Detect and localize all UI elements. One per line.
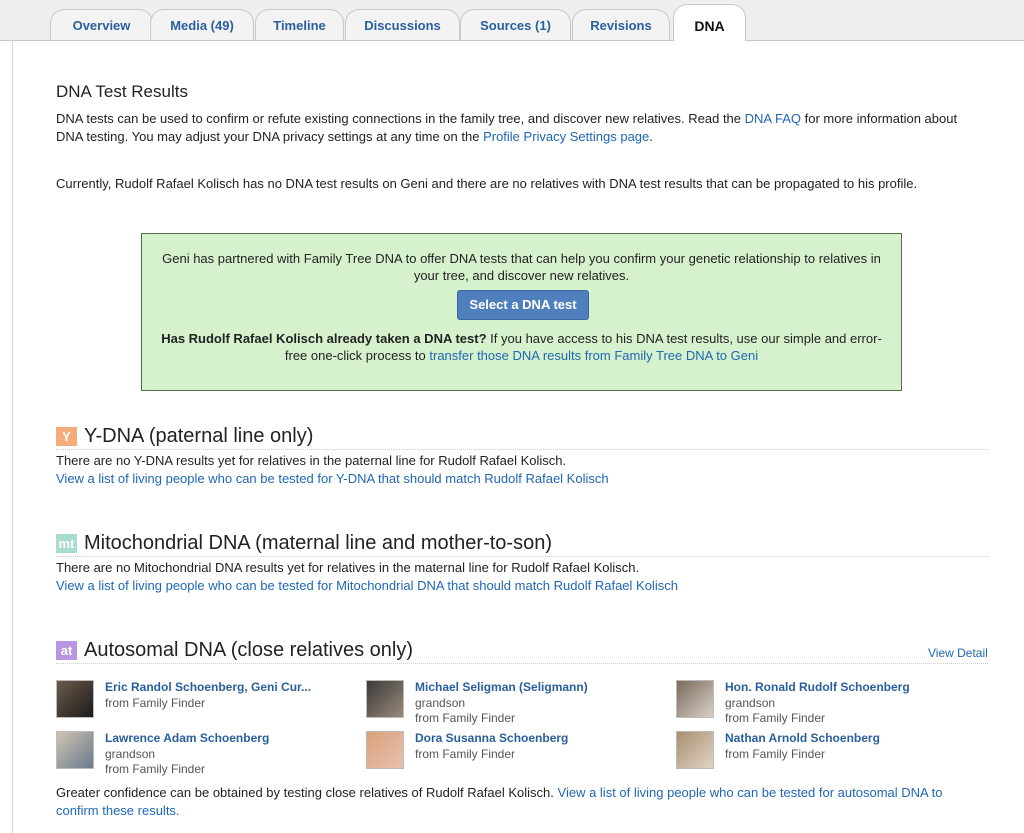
select-dna-test-button[interactable]: Select a DNA test (457, 290, 589, 320)
privacy-settings-link[interactable]: Profile Privacy Settings page (483, 129, 649, 144)
autosomal-icon: at (56, 641, 77, 660)
relative-name-link[interactable]: Dora Susanna Schoenberg (415, 731, 568, 746)
intro-paragraph: DNA tests can be used to confirm or refu… (56, 110, 986, 146)
relative-source: from Family Finder (105, 762, 206, 776)
mtdna-testable-people-link[interactable]: View a list of living people who can be … (56, 577, 678, 595)
dna-faq-link[interactable]: DNA FAQ (745, 111, 801, 126)
mtdna-icon: mt (56, 534, 77, 553)
mtdna-status-text: There are no Mitochondrial DNA results y… (56, 560, 640, 575)
relative-relationship: grandson (415, 696, 466, 710)
relative-source: from Family Finder (415, 711, 516, 725)
ydna-testable-people-link[interactable]: View a list of living people who can be … (56, 470, 609, 488)
autosomal-footer-plain: Greater confidence can be obtained by te… (56, 785, 558, 800)
promo-question: Has Rudolf Rafael Kolisch already taken … (158, 330, 885, 364)
dna-promo-box: Geni has partnered with Family Tree DNA … (141, 233, 902, 391)
relative-name-link[interactable]: Nathan Arnold Schoenberg (725, 731, 880, 746)
relative-card: Dora Susanna Schoenberg from Family Find… (366, 731, 666, 773)
tab-sources[interactable]: Sources (1) (460, 9, 571, 40)
mtdna-section-title: Mitochondrial DNA (maternal line and mot… (84, 532, 552, 554)
promo-text: Geni has partnered with Family Tree DNA … (162, 251, 881, 283)
relative-card: Nathan Arnold Schoenberg from Family Fin… (676, 731, 976, 773)
tab-discussions[interactable]: Discussions (345, 9, 460, 40)
autosomal-footer-text: Greater confidence can be obtained by te… (56, 784, 986, 820)
relative-name-link[interactable]: Eric Randol Schoenberg, Geni Cur... (105, 680, 311, 695)
view-detail-link[interactable]: View Detail (928, 646, 988, 660)
ydna-icon: Y (56, 427, 77, 446)
avatar[interactable] (56, 680, 94, 718)
avatar[interactable] (366, 680, 404, 718)
promo-question-bold: Has Rudolf Rafael Kolisch already taken … (161, 331, 487, 346)
relative-source: from Family Finder (415, 747, 516, 761)
avatar[interactable] (676, 731, 714, 769)
tab-dna[interactable]: DNA (673, 4, 746, 41)
tab-revisions[interactable]: Revisions (572, 9, 670, 40)
relative-card: Michael Seligman (Seligmann) grandson fr… (366, 680, 666, 725)
avatar[interactable] (676, 680, 714, 718)
autosomal-section-title: Autosomal DNA (close relatives only) (84, 639, 414, 661)
ydna-section-header: Y Y-DNA (paternal line only) (56, 423, 988, 450)
relative-name-link[interactable]: Hon. Ronald Rudolf Schoenberg (725, 680, 910, 695)
relative-source: from Family Finder (725, 747, 826, 761)
relative-source: from Family Finder (105, 696, 206, 710)
tab-timeline[interactable]: Timeline (255, 9, 344, 40)
relative-card: Eric Randol Schoenberg, Geni Cur... from… (56, 680, 356, 722)
ydna-status-text: There are no Y-DNA results yet for relat… (56, 453, 567, 468)
intro-text-3: . (649, 129, 653, 144)
autosomal-section-header: at Autosomal DNA (close relatives only) (56, 637, 988, 664)
tab-overview[interactable]: Overview (50, 9, 153, 40)
relative-name-link[interactable]: Michael Seligman (Seligmann) (415, 680, 588, 695)
tab-media[interactable]: Media (49) (150, 9, 254, 40)
mtdna-section-header: mt Mitochondrial DNA (maternal line and … (56, 530, 988, 557)
ydna-section-title: Y-DNA (paternal line only) (84, 425, 314, 447)
profile-tab-bar: Overview Media (49) Timeline Discussions… (0, 0, 1024, 41)
page-title: DNA Test Results (56, 82, 188, 101)
relative-relationship: grandson (725, 696, 776, 710)
avatar[interactable] (366, 731, 404, 769)
relative-card: Hon. Ronald Rudolf Schoenberg grandson f… (676, 680, 976, 725)
transfer-dna-results-link[interactable]: transfer those DNA results from Family T… (429, 348, 758, 363)
relative-source: from Family Finder (725, 711, 826, 725)
relative-card: Lawrence Adam Schoenberg grandson from F… (56, 731, 356, 776)
relative-name-link[interactable]: Lawrence Adam Schoenberg (105, 731, 269, 746)
dna-status-text: Currently, Rudolf Rafael Kolisch has no … (56, 176, 918, 191)
intro-text-1: DNA tests can be used to confirm or refu… (56, 111, 745, 126)
avatar[interactable] (56, 731, 94, 769)
relative-relationship: grandson (105, 747, 156, 761)
